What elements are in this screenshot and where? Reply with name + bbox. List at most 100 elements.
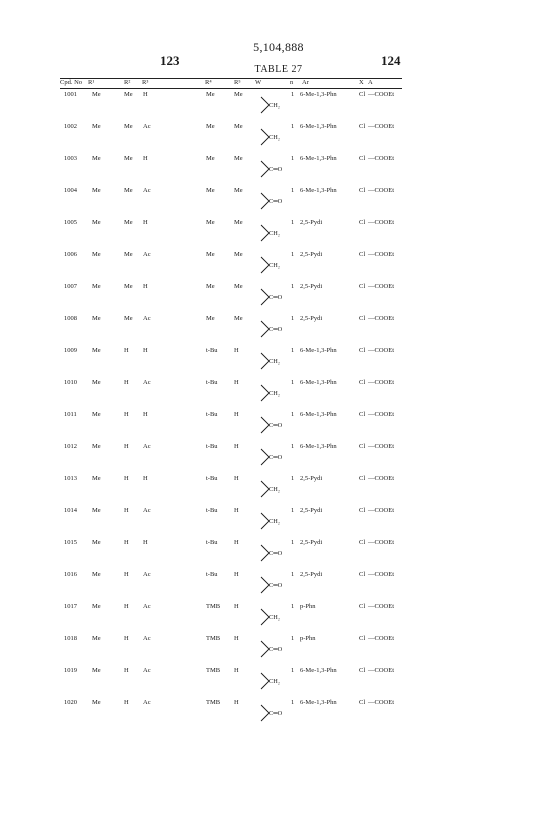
cell-a: —COOEt [368,155,394,162]
cell-r3: Ac [143,315,151,322]
cell-r2: H [124,571,129,578]
header-ar: Ar [302,79,309,86]
cell-r1: Me [92,379,101,386]
cell-r2: Me [124,315,133,322]
cell-cpd: 1011 [64,411,77,418]
cell-ar: 6-Me-1,3-Phn [300,411,337,418]
cell-w: CH₂ [269,358,280,365]
cell-r3: H [143,539,148,546]
cell-r5: H [234,635,239,642]
cell-ar: p-Phn [300,603,316,610]
cell-r3: Ac [143,187,151,194]
cell-a: —COOEt [368,475,394,482]
cell-n: 1 [291,283,294,290]
cell-r5: H [234,571,239,578]
cell-r1: Me [92,251,101,258]
cell-r4: Me [206,123,215,130]
cell-a: —COOEt [368,411,394,418]
table-row: 1007 Me Me H Me Me C═O 1 2,5-Pydi Cl —CO… [0,281,557,313]
cell-r4: t-Bu [206,475,218,482]
cell-cpd: 1013 [64,475,77,482]
cell-r1: Me [92,91,101,98]
cell-r3: H [143,475,148,482]
cell-r1: Me [92,283,101,290]
cell-r1: Me [92,123,101,130]
cell-a: —COOEt [368,187,394,194]
cell-r4: Me [206,91,215,98]
cell-r3: H [143,347,148,354]
cell-r5: H [234,379,239,386]
cell-w: CH₂ [269,230,280,237]
cell-r3: Ac [143,699,151,706]
table-row: 1003 Me Me H Me Me C═O 1 6-Me-1,3-Phn Cl… [0,153,557,185]
cell-x: Cl [359,283,365,290]
cell-cpd: 1019 [64,667,77,674]
cell-n: 1 [291,315,294,322]
cell-n: 1 [291,155,294,162]
cell-ar: 2,5-Pydi [300,283,322,290]
cell-cpd: 1004 [64,187,77,194]
cell-n: 1 [291,411,294,418]
cell-a: —COOEt [368,219,394,226]
cell-r5: H [234,443,239,450]
table-row: 1011 Me H H t-Bu H C═O 1 6-Me-1,3-Phn Cl… [0,409,557,441]
cell-r2: Me [124,283,133,290]
cell-r5: Me [234,91,243,98]
cell-r2: Me [124,91,133,98]
table-row: 1012 Me H Ac t-Bu H C═O 1 6-Me-1,3-Phn C… [0,441,557,473]
cell-r2: H [124,699,129,706]
cell-cpd: 1020 [64,699,77,706]
cell-r5: Me [234,315,243,322]
header-r5: R⁵ [234,79,241,86]
table-row: 1008 Me Me Ac Me Me C═O 1 2,5-Pydi Cl —C… [0,313,557,345]
header-cpd: Cpd. No [60,79,82,86]
cell-r1: Me [92,347,101,354]
cell-x: Cl [359,155,365,162]
table-row: 1017 Me H Ac TMB H CH₂ 1 p-Phn Cl —COOEt [0,601,557,633]
cell-w: CH₂ [269,614,280,621]
cell-x: Cl [359,699,365,706]
cell-w: C═O [269,166,282,173]
table-row: 1010 Me H Ac t-Bu H CH₂ 1 6-Me-1,3-Phn C… [0,377,557,409]
cell-r5: H [234,475,239,482]
cell-cpd: 1007 [64,283,77,290]
cell-w: CH₂ [269,678,280,685]
cell-w: C═O [269,422,282,429]
cell-r4: Me [206,187,215,194]
cell-a: —COOEt [368,251,394,258]
table-title: TABLE 27 [0,64,557,75]
cell-a: —COOEt [368,379,394,386]
cell-n: 1 [291,667,294,674]
cell-w: C═O [269,710,282,717]
cell-x: Cl [359,91,365,98]
cell-ar: 6-Me-1,3-Phn [300,443,337,450]
cell-ar: 6-Me-1,3-Phn [300,379,337,386]
cell-r1: Me [92,443,101,450]
cell-n: 1 [291,699,294,706]
patent-number: 5,104,888 [0,40,557,55]
cell-a: —COOEt [368,571,394,578]
cell-n: 1 [291,571,294,578]
cell-ar: 6-Me-1,3-Phn [300,91,337,98]
cell-r4: TMB [206,667,220,674]
header-x: X [359,79,364,86]
cell-r2: H [124,347,129,354]
cell-r5: Me [234,187,243,194]
cell-r2: Me [124,251,133,258]
cell-ar: 2,5-Pydi [300,507,322,514]
cell-r2: H [124,539,129,546]
cell-cpd: 1010 [64,379,77,386]
cell-x: Cl [359,667,365,674]
cell-ar: 6-Me-1,3-Phn [300,347,337,354]
cell-r2: Me [124,187,133,194]
cell-x: Cl [359,475,365,482]
cell-r2: Me [124,219,133,226]
cell-r5: H [234,507,239,514]
cell-ar: 2,5-Pydi [300,219,322,226]
table-row: 1005 Me Me H Me Me CH₂ 1 2,5-Pydi Cl —CO… [0,217,557,249]
cell-r5: H [234,411,239,418]
cell-r4: t-Bu [206,539,218,546]
cell-r5: Me [234,283,243,290]
cell-n: 1 [291,379,294,386]
cell-x: Cl [359,443,365,450]
